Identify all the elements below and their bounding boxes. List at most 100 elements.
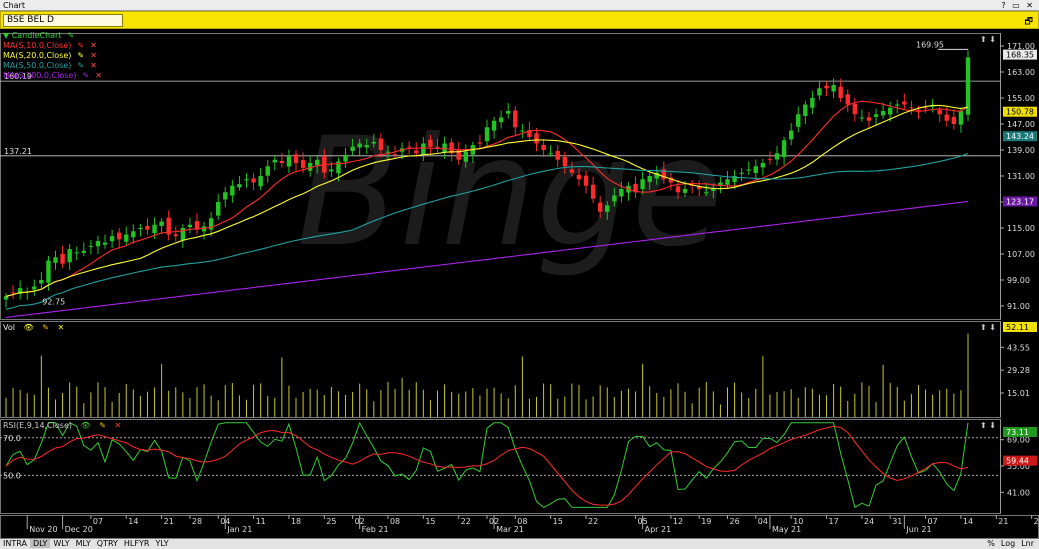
candle[interactable] <box>838 86 843 98</box>
legend-item-ma50[interactable]: MA(S,50.0,Close) ✎ ✕ <box>3 61 102 71</box>
candle[interactable] <box>173 234 178 237</box>
candle[interactable] <box>513 110 518 128</box>
candle[interactable] <box>10 292 16 294</box>
candle[interactable] <box>753 166 758 174</box>
chart-canvas[interactable]: Binge171.00163.00155.00147.00139.00131.0… <box>0 29 1039 539</box>
candle[interactable] <box>739 172 744 174</box>
candle[interactable] <box>293 154 299 163</box>
candle[interactable] <box>711 189 716 191</box>
candle[interactable] <box>824 85 829 89</box>
candle[interactable] <box>541 144 546 150</box>
close-icon[interactable]: ✕ <box>90 41 97 50</box>
candle[interactable] <box>902 101 907 105</box>
candle[interactable] <box>364 145 369 148</box>
candle[interactable] <box>32 286 37 290</box>
pencil-icon[interactable]: ✎ <box>67 31 74 40</box>
candle[interactable] <box>385 151 391 153</box>
candle[interactable] <box>116 232 122 240</box>
candle[interactable] <box>491 120 497 131</box>
candle[interactable] <box>88 245 94 247</box>
candle[interactable] <box>682 189 688 193</box>
candle[interactable] <box>265 166 270 176</box>
candle[interactable] <box>406 146 412 148</box>
candle[interactable] <box>53 257 58 263</box>
candle[interactable] <box>810 98 815 108</box>
candle[interactable] <box>67 249 72 263</box>
candle[interactable] <box>315 159 320 166</box>
candle[interactable] <box>548 153 553 155</box>
legend-item-ma10[interactable]: MA(S,10.0,Close) ✎ ✕ <box>3 41 102 51</box>
candle[interactable] <box>590 184 596 199</box>
candle[interactable] <box>251 178 256 183</box>
candle[interactable] <box>244 179 249 181</box>
period-tab-yly[interactable]: YLY <box>152 539 171 548</box>
candle[interactable] <box>704 192 709 194</box>
candle[interactable] <box>152 224 157 234</box>
candle[interactable] <box>3 296 9 300</box>
candle[interactable] <box>895 104 900 106</box>
candle[interactable] <box>555 150 560 160</box>
candle[interactable] <box>39 280 44 284</box>
candle[interactable] <box>534 133 539 144</box>
candle[interactable] <box>796 114 801 127</box>
candle[interactable] <box>767 159 773 161</box>
scale-option-log[interactable]: Log <box>998 539 1018 548</box>
pencil-icon[interactable]: ✎ <box>82 71 89 80</box>
candle[interactable] <box>131 231 136 238</box>
candle[interactable] <box>951 116 957 124</box>
chart-area[interactable]: Binge 171.00 163.00 155.00 147.00 139.00 131.0… <box>0 29 1039 539</box>
candle[interactable] <box>675 186 681 193</box>
candle[interactable] <box>74 252 79 254</box>
candle[interactable] <box>95 241 101 247</box>
candle[interactable] <box>781 140 787 158</box>
candle[interactable] <box>46 260 51 283</box>
close-icon[interactable]: ✕ <box>95 71 102 80</box>
candle[interactable] <box>124 234 129 242</box>
candle[interactable] <box>300 160 306 168</box>
candle[interactable] <box>477 142 483 144</box>
candle[interactable] <box>817 88 822 96</box>
pencil-icon[interactable]: ✎ <box>99 421 106 430</box>
legend-item-ma20[interactable]: MA(S,20.0,Close) ✎ ✕ <box>3 51 102 61</box>
candle[interactable] <box>880 111 886 116</box>
candle[interactable] <box>60 253 65 264</box>
candle[interactable] <box>392 154 398 156</box>
candle[interactable] <box>937 109 942 115</box>
legend-item-candlechart[interactable]: ▼ CandleChart ✎ <box>3 31 102 41</box>
candle[interactable] <box>286 156 292 167</box>
candle[interactable] <box>725 179 730 185</box>
pencil-icon[interactable]: ✎ <box>77 41 84 50</box>
candle[interactable] <box>647 176 652 182</box>
legend-item-ma200[interactable]: MA(S,200.0,Close) ✎ ✕ <box>3 71 102 81</box>
candle[interactable] <box>859 117 865 119</box>
candle[interactable] <box>442 143 447 153</box>
candle[interactable] <box>923 107 928 109</box>
candle[interactable] <box>484 127 490 142</box>
window-controls[interactable]: ? ▭ ✕ <box>1001 0 1035 11</box>
candle[interactable] <box>619 189 624 197</box>
candle[interactable] <box>944 114 949 121</box>
candle[interactable] <box>958 111 964 125</box>
candle[interactable] <box>760 163 766 168</box>
candle[interactable] <box>102 242 108 245</box>
candle[interactable] <box>109 236 115 242</box>
period-tab-mly[interactable]: MLY <box>73 539 94 548</box>
candle[interactable] <box>258 176 263 187</box>
candle[interactable] <box>180 228 186 241</box>
candle[interactable] <box>272 159 277 163</box>
close-icon[interactable]: ✕ <box>90 51 97 60</box>
candle[interactable] <box>138 228 143 229</box>
candle[interactable] <box>583 175 589 186</box>
candle[interactable] <box>159 221 164 226</box>
candle[interactable] <box>421 143 426 155</box>
period-tab-intra[interactable]: INTRA <box>0 539 30 548</box>
candle[interactable] <box>81 250 87 253</box>
candle[interactable] <box>612 195 617 202</box>
close-icon[interactable]: ✕ <box>57 323 64 332</box>
candle[interactable] <box>223 192 228 200</box>
candle[interactable] <box>237 184 242 188</box>
candle[interactable] <box>378 138 384 150</box>
candle[interactable] <box>463 151 468 162</box>
candle[interactable] <box>216 202 221 216</box>
candle[interactable] <box>569 169 575 173</box>
